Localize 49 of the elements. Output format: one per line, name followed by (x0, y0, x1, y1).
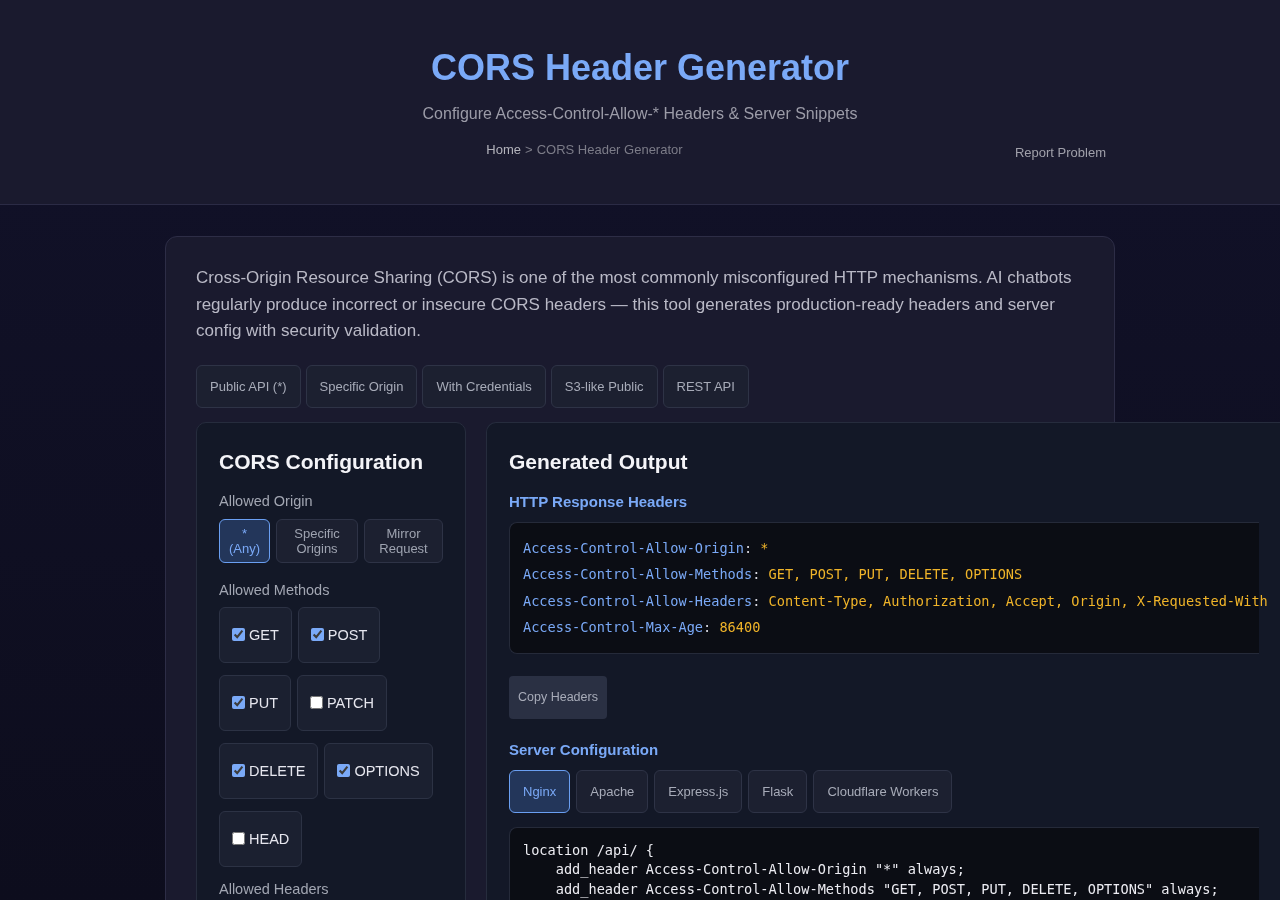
header-line: Access-Control-Allow-Methods: GET, POST, PUT, DELETE, OPTIONS (523, 565, 1023, 584)
method-option[interactable]: GET (219, 606, 292, 663)
preset-button[interactable]: Public API (*) (196, 364, 301, 408)
section-title: Server Configuration (509, 740, 660, 758)
checkbox[interactable] (337, 764, 351, 777)
checkbox[interactable] (232, 696, 245, 709)
server-tab[interactable]: Apache (576, 769, 649, 813)
server-tab[interactable]: Flask (748, 769, 808, 813)
preset-button[interactable]: With Credentials (422, 364, 546, 408)
method-option[interactable]: PUT (219, 674, 291, 731)
method-option[interactable]: PATCH (297, 674, 387, 731)
intro-paragraph: Cross-Origin Resource Sharing (CORS) is one of the most commonly misconfigured HTTP mechanisms. AI chatbots regularly produce incorrect or insecure CORS headers — this tool generates production-ready headers and server config with security validation. (196, 267, 1073, 342)
field-label: Allowed Origin (219, 492, 314, 510)
server-tab[interactable]: Express.js (654, 769, 743, 813)
preset-button[interactable]: Specific Origin (305, 364, 418, 408)
panel-title: Generated Output (509, 448, 689, 475)
page-title: CORS Header Generator (429, 46, 851, 90)
breadcrumb-current: CORS Header Generator (536, 142, 683, 157)
breadcrumb-separator: > (525, 142, 533, 157)
copy-headers-button[interactable]: Copy Headers (509, 675, 607, 719)
preset-button[interactable]: S3-like Public (550, 364, 658, 408)
method-option[interactable]: OPTIONS (324, 742, 433, 799)
header-line: Access-Control-Allow-Origin: * (523, 538, 769, 558)
method-option[interactable]: HEAD (219, 810, 303, 867)
origin-option[interactable]: Specific Origins (276, 518, 358, 563)
header-line: Access-Control-Max-Age: 86400 (523, 618, 761, 637)
code-line: add_header Access-Control-Allow-Methods "GET, POST, PUT, DELETE, OPTIONS" always; (554, 879, 1219, 899)
report-problem-link[interactable]: Report Problem (1014, 143, 1106, 163)
server-tab[interactable]: Cloudflare Workers (813, 769, 953, 813)
origin-option[interactable]: Mirror Request (364, 518, 443, 563)
page-subtitle: Configure Access-Control-Allow-* Headers & Server Snippets (421, 104, 859, 124)
checkbox[interactable] (310, 628, 324, 641)
origin-option[interactable]: * (Any) (219, 518, 271, 563)
header-line: Access-Control-Allow-Headers: Content-Type, Authorization, Accept, Origin, X-Requested-With (523, 591, 1268, 611)
server-tab[interactable]: Nginx (509, 769, 571, 813)
breadcrumb-link[interactable]: Home (486, 142, 522, 157)
method-option[interactable]: DELETE (219, 742, 319, 799)
field-label: Allowed Headers (219, 880, 330, 897)
method-option[interactable]: POST (297, 606, 381, 663)
field-label: Allowed Methods (219, 581, 331, 599)
section-title: HTTP Response Headers (509, 492, 689, 510)
panel-title: CORS Configuration (219, 448, 425, 475)
checkbox[interactable] (232, 764, 245, 777)
preset-button[interactable]: REST API (662, 364, 749, 408)
code-line: add_header Access-Control-Allow-Origin "*" always; (554, 860, 965, 880)
checkbox[interactable] (232, 832, 245, 845)
checkbox[interactable] (232, 628, 245, 641)
code-line: location /api/ { (523, 840, 654, 860)
checkbox[interactable] (310, 696, 323, 709)
